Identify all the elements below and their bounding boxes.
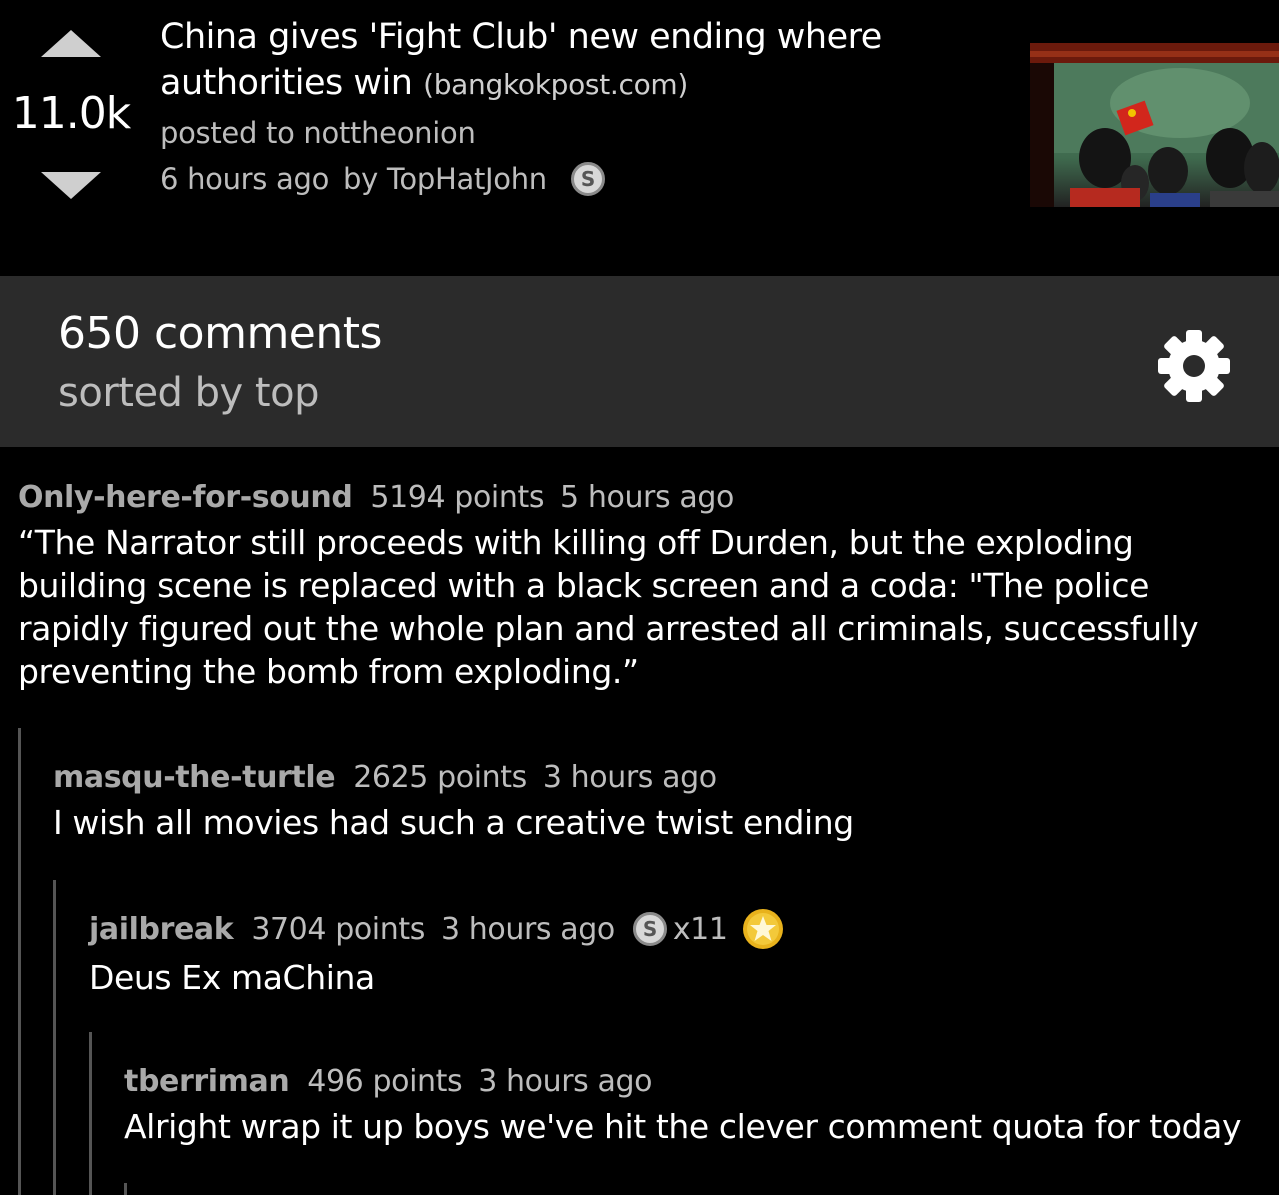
comment-meta: Only-here-for-sound 5194 points 5 hours … [18,480,1258,515]
comment-points: 496 points [307,1064,463,1099]
post-body: China gives 'Fight Club' new ending wher… [160,14,1020,202]
comment-points: 5194 points [370,480,545,515]
comment-text: Deus Ex maChina [89,958,375,997]
comment-author[interactable]: Only-here-for-sound [18,480,353,515]
post-score: 11.0k [11,88,131,139]
gear-icon[interactable] [1152,324,1236,408]
comment-author[interactable]: jailbreak [89,912,234,947]
comment-author[interactable]: masqu-the-turtle [53,760,336,795]
comments-count: 650 comments [58,308,382,359]
thread-line-depth-4[interactable] [124,1183,127,1195]
comment-points: 2625 points [353,760,527,795]
silver-award-icon: S [632,912,667,946]
sort-selector[interactable]: sorted by top [58,370,319,416]
comments-bar: 650 comments sorted by top [0,276,1279,447]
comment-time: 3 hours ago [542,760,717,795]
comment-time: 3 hours ago [440,911,615,947]
post-domain[interactable]: (bangkokpost.com) [423,68,688,101]
comment: jailbreak 3704 points 3 hours ago S x11 … [89,908,1259,999]
thread-line-depth-2[interactable] [53,880,56,1195]
post-time: 6 hours ago [160,162,330,196]
post-header: 11.0k China gives 'Fight Club' new endin… [0,0,1279,276]
comment-meta: jailbreak 3704 points 3 hours ago S x11 [89,908,1259,950]
comment-text: I wish all movies had such a creative tw… [53,803,854,842]
arrow-up-icon[interactable] [41,30,101,57]
comment-meta: masqu-the-turtle 2625 points 3 hours ago [53,760,1253,795]
post-thumbnail[interactable] [1030,43,1279,207]
silver-award-count: x11 [672,911,728,947]
comment-text: “The Narrator still proceeds with killin… [18,523,1199,691]
comment-time: 5 hours ago [560,480,734,515]
comment: masqu-the-turtle 2625 points 3 hours ago… [53,760,1253,844]
arrow-down-icon[interactable] [41,172,101,199]
post-meta-row: 6 hours ago by TopHatJohn S [160,156,1020,202]
thread-line-depth-3[interactable] [89,1032,92,1195]
post-title-block[interactable]: China gives 'Fight Club' new ending wher… [160,14,1020,108]
gold-award-icon [742,908,784,950]
comment: Only-here-for-sound 5194 points 5 hours … [18,480,1258,693]
post-author[interactable]: by TopHatJohn [343,156,547,202]
thumbnail-image [1030,43,1279,207]
comment-points: 3704 points [251,911,425,947]
post-subreddit[interactable]: posted to nottheonion [160,110,1020,156]
comment-meta: tberriman 496 points 3 hours ago [124,1064,1264,1099]
comment-author[interactable]: tberriman [124,1064,290,1099]
silver-award-icon: S [570,162,605,196]
comment-text: Alright wrap it up boys we've hit the cl… [124,1107,1242,1146]
comment-time: 3 hours ago [478,1064,653,1099]
thread-line-depth-1[interactable] [18,728,21,1195]
comment: tberriman 496 points 3 hours ago Alright… [124,1064,1264,1148]
